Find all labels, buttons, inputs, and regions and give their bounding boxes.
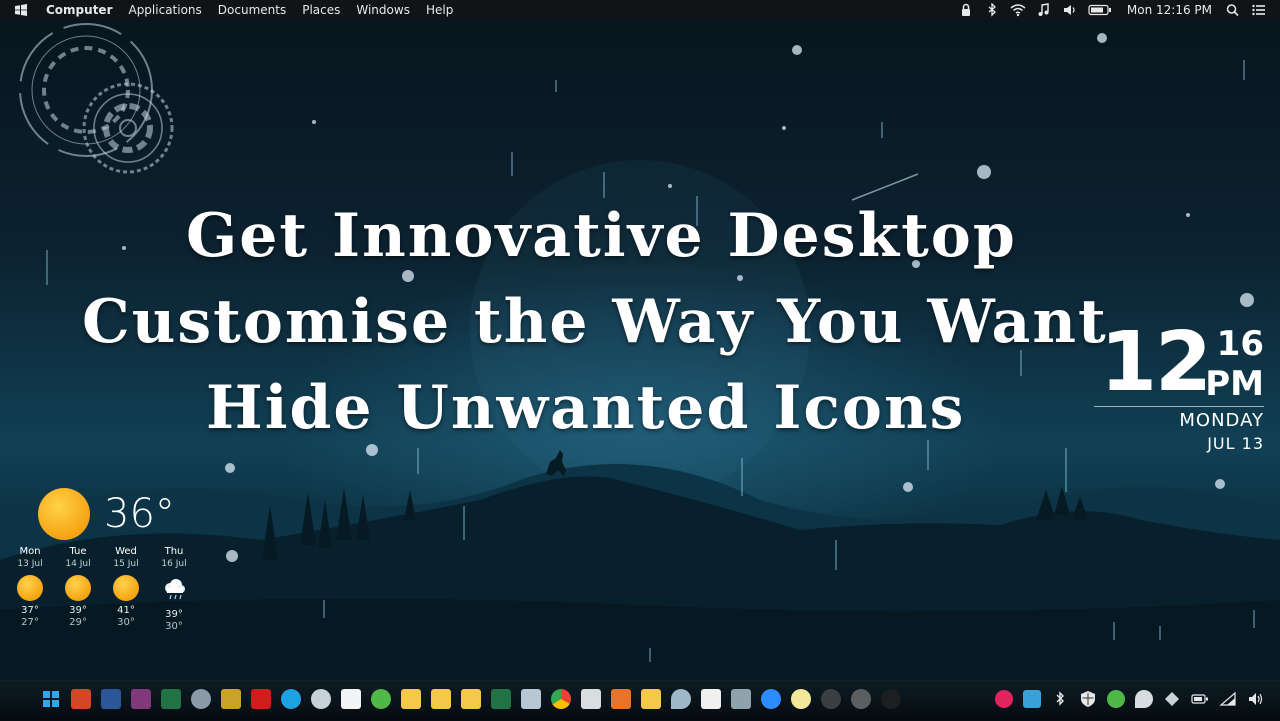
lock-icon[interactable] (958, 3, 974, 17)
sun-icon (17, 575, 43, 601)
gear-icon[interactable] (821, 689, 841, 709)
forecast-day: Thu 16 Jul 39° 30° (150, 546, 198, 633)
chrome-icon[interactable] (551, 689, 571, 709)
skype-icon[interactable] (281, 689, 301, 709)
sun-icon (38, 488, 90, 540)
volume-icon[interactable] (1062, 3, 1078, 17)
menu-help[interactable]: Help (418, 0, 461, 20)
folder-icon[interactable] (401, 689, 421, 709)
forecast-day-date: 16 Jul (161, 559, 187, 569)
rain-cloud-icon (165, 579, 185, 600)
pdf-reader-icon[interactable] (251, 689, 271, 709)
diamond-icon[interactable] (1163, 690, 1181, 708)
recycle-bin-icon[interactable] (731, 689, 751, 709)
app-shield-icon[interactable] (995, 690, 1013, 708)
menu-applications[interactable]: Applications (120, 0, 209, 20)
forecast-high: 37° (21, 605, 39, 616)
forecast-row: Mon 13 Jul 37° 27° Tue 14 Jul 39° 29° We… (6, 546, 198, 633)
menu-computer[interactable]: Computer (38, 0, 120, 20)
sun-icon (65, 575, 91, 601)
battery-icon[interactable] (1088, 3, 1112, 17)
webcam-icon[interactable] (851, 689, 871, 709)
excel-icon[interactable] (491, 689, 511, 709)
hud-gauge-widget (19, 23, 174, 174)
forecast-low: 30° (117, 617, 135, 628)
dock-app-icons (36, 685, 906, 713)
word-icon[interactable] (101, 689, 121, 709)
folder-icon[interactable] (641, 689, 661, 709)
forecast-day-name: Thu (164, 546, 184, 557)
clock-divider (1094, 406, 1264, 407)
headline-line-2: Customise the Way You Want (82, 287, 1108, 357)
forecast-day-name: Tue (69, 546, 87, 557)
current-temperature: 36° (104, 491, 175, 537)
folder-icon[interactable] (431, 689, 451, 709)
music-note-icon[interactable] (1036, 3, 1052, 17)
onenote-icon[interactable] (131, 689, 151, 709)
top-menu-bar: Computer Applications Documents Places W… (0, 0, 1280, 20)
publisher-icon[interactable] (161, 689, 181, 709)
forecast-day-date: 15 Jul (113, 559, 139, 569)
cloud-icon[interactable] (311, 689, 331, 709)
media-player-icon[interactable] (611, 689, 631, 709)
calendar-icon[interactable] (701, 689, 721, 709)
menu-documents[interactable]: Documents (210, 0, 294, 20)
text-file-icon[interactable] (581, 689, 601, 709)
forecast-day-date: 14 Jul (65, 559, 91, 569)
headline-line-3: Hide Unwanted Icons (206, 373, 966, 443)
clock-ampm: PM (1205, 364, 1264, 404)
list-icon[interactable] (1251, 3, 1267, 17)
sun-icon (113, 575, 139, 601)
battery-icon[interactable] (1191, 690, 1209, 708)
bluetooth-icon[interactable] (1051, 690, 1069, 708)
wifi-icon[interactable] (1010, 3, 1026, 17)
menubar-clock[interactable]: Mon 12:16 PM (1117, 0, 1220, 20)
taskbar-dock (0, 680, 1280, 721)
forecast-low: 30° (165, 621, 183, 632)
menu-places[interactable]: Places (294, 0, 348, 20)
forecast-day-name: Wed (115, 546, 137, 557)
clock-widget: 12 16 PM MONDAY JUL 13 (1094, 318, 1264, 458)
wifi-icon[interactable] (1219, 690, 1237, 708)
forecast-low: 29° (69, 617, 87, 628)
folder-icon[interactable] (461, 689, 481, 709)
bulb-icon[interactable] (791, 689, 811, 709)
camera-icon[interactable] (881, 689, 901, 709)
bluetooth-icon[interactable] (984, 3, 1000, 17)
forecast-low: 27° (21, 617, 39, 628)
windows-start-icon[interactable] (41, 689, 61, 709)
archive-icon[interactable] (221, 689, 241, 709)
forecast-day: Mon 13 Jul 37° 27° (6, 546, 54, 633)
forecast-day-date: 13 Jul (17, 559, 43, 569)
satellite-dish-icon[interactable] (191, 689, 211, 709)
forecast-day: Tue 14 Jul 39° 29° (54, 546, 102, 633)
clock-day: MONDAY (1179, 410, 1264, 431)
dock-system-tray (990, 685, 1270, 713)
clock-hour: 12 (1100, 315, 1212, 410)
drop-icon[interactable] (1135, 690, 1153, 708)
weather-widget: 36° Mon 13 Jul 37° 27° Tue 14 Jul 39° 29… (6, 484, 196, 634)
search-icon[interactable] (1225, 3, 1241, 17)
network-icon[interactable] (1023, 690, 1041, 708)
forecast-high: 41° (117, 605, 135, 616)
volume-icon[interactable] (1247, 690, 1265, 708)
utorrent-icon[interactable] (371, 689, 391, 709)
drop-icon[interactable] (671, 689, 691, 709)
forecast-day: Wed 15 Jul 41° 30° (102, 546, 150, 633)
forecast-high: 39° (165, 609, 183, 620)
forecast-high: 39° (69, 605, 87, 616)
headline-line-1: Get Innovative Desktop (186, 201, 1017, 271)
security-shield-icon[interactable] (1079, 690, 1097, 708)
document-icon[interactable] (341, 689, 361, 709)
notepad-icon[interactable] (521, 689, 541, 709)
clock-date: JUL 13 (1207, 434, 1264, 453)
forecast-day-name: Mon (19, 546, 41, 557)
clock-minute: 16 (1216, 324, 1264, 364)
utorrent-icon[interactable] (1107, 690, 1125, 708)
powerpoint-icon[interactable] (71, 689, 91, 709)
menu-windows[interactable]: Windows (348, 0, 418, 20)
shooting-star (851, 173, 919, 201)
zoom-icon[interactable] (761, 689, 781, 709)
windows-logo-icon[interactable] (14, 3, 28, 17)
